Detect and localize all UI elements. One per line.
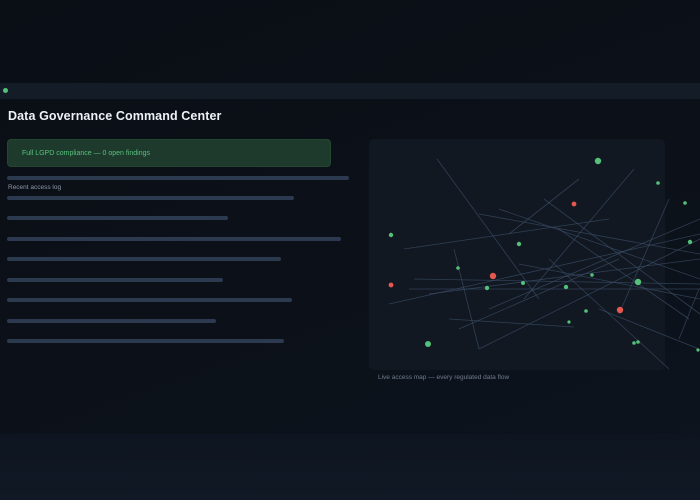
page-title: Data Governance Command Center [8,109,222,123]
allowed-access-node[interactable] [634,278,642,286]
status-indicator-icon [3,88,8,93]
map-nodes [388,157,700,352]
allowed-access-node[interactable] [594,157,602,165]
footer-band [0,434,700,500]
log-entry-placeholder[interactable] [7,196,294,200]
access-log-label: Recent access log [8,184,62,191]
allowed-access-node[interactable] [683,201,687,205]
allowed-access-node[interactable] [590,273,594,277]
allowed-access-node[interactable] [456,266,460,270]
access-map-caption: Live access map — every regulated data f… [378,374,510,381]
log-entry-placeholder[interactable] [7,278,223,282]
data-flow-edge [618,198,670,315]
data-flow-edge [448,318,575,328]
log-entry-placeholder[interactable] [7,339,284,343]
allowed-access-node[interactable] [563,284,569,290]
log-entry-placeholder[interactable] [7,216,228,220]
allowed-access-node[interactable] [516,241,522,247]
data-flow-edge [436,158,540,300]
allowed-access-node[interactable] [521,281,525,285]
allowed-access-node[interactable] [656,181,660,185]
flagged-access-node[interactable] [489,272,497,280]
log-entry-placeholder[interactable] [7,298,292,302]
flagged-access-node[interactable] [571,201,577,207]
log-entry-placeholder[interactable] [7,257,281,261]
log-entry-placeholder[interactable] [7,319,216,323]
top-bar [0,83,700,99]
allowed-access-node[interactable] [425,341,431,347]
data-flow-edge [403,218,610,250]
compliance-status-text: Full LGPD compliance — 0 open findings [22,150,151,157]
data-flow-edge [498,208,700,280]
allowed-access-node[interactable] [567,320,571,324]
map-edges [388,158,700,370]
allowed-access-node[interactable] [696,348,700,352]
compliance-status-banner: Full LGPD compliance — 0 open findings [7,139,331,167]
flagged-access-node[interactable] [616,306,624,314]
dashboard-page: Data Governance Command Center Full LGPD… [0,0,700,500]
data-flow-edge [478,213,700,255]
data-flow-edge [543,198,700,315]
access-map-graph[interactable] [369,139,700,370]
allowed-access-node[interactable] [632,341,636,345]
allowed-access-node[interactable] [388,232,394,238]
data-flow-edge [478,238,700,350]
data-flow-edge [598,308,700,350]
data-flow-edge [453,248,480,350]
flagged-access-node[interactable] [388,282,394,288]
allowed-access-node[interactable] [584,309,588,313]
allowed-access-node[interactable] [636,340,640,344]
log-entry-placeholder[interactable] [7,237,341,241]
allowed-access-node[interactable] [484,285,490,291]
allowed-access-node[interactable] [687,239,693,245]
data-flow-edge [558,228,690,320]
log-section-divider [7,176,349,180]
data-flow-edge [458,258,620,330]
